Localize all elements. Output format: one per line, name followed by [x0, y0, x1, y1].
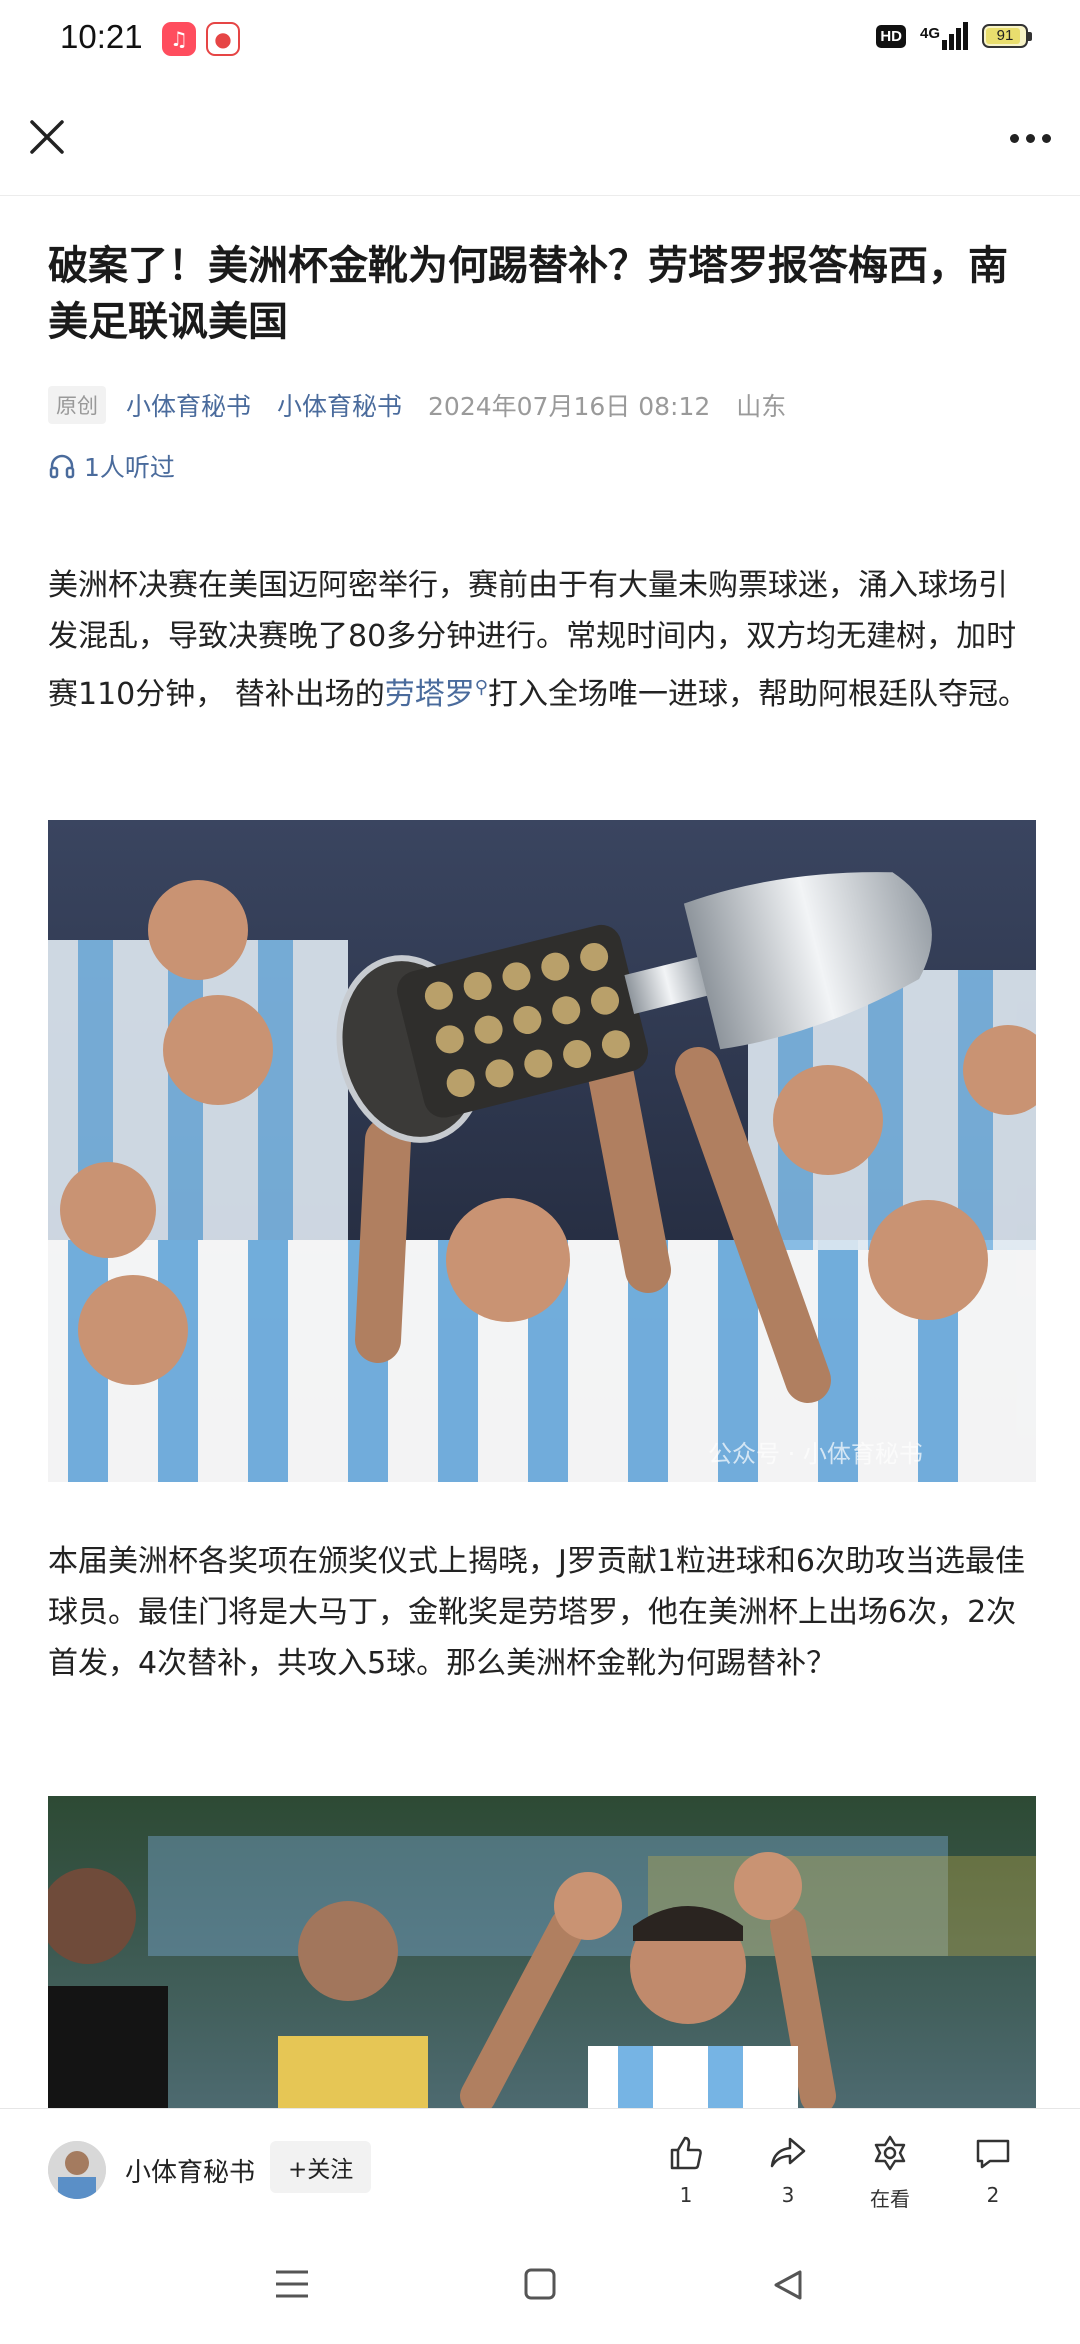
watching-button[interactable]: 在看 [850, 2129, 930, 2212]
publish-time: 2024年07月16日 08:12 [428, 392, 711, 421]
bottom-author-name[interactable]: 小体育秘书 [125, 2152, 255, 2189]
paragraph-2: 本届美洲杯各奖项在颁奖仪式上揭晓，J罗贡献1粒进球和6次助攻当选最佳球员。最佳门… [48, 1544, 1026, 1681]
listen-count-text: 1人听过 [84, 453, 175, 482]
menu-nav-icon[interactable] [276, 2270, 308, 2298]
more-options-button[interactable] [1000, 118, 1060, 158]
game-notification-icon: ● [206, 22, 240, 56]
back-nav-icon[interactable] [774, 2270, 802, 2300]
share-icon [770, 2137, 806, 2168]
network-type: 4G [919, 25, 940, 42]
author-avatar[interactable] [48, 2141, 106, 2199]
headphones-icon [49, 454, 75, 479]
more-dot-icon [1009, 133, 1019, 143]
thumbs-up-icon [670, 2136, 702, 2170]
account-link[interactable]: 小体育秘书 [277, 387, 402, 423]
like-count: 1 [679, 2183, 693, 2207]
search-mini-icon[interactable]: ⚲ [475, 677, 488, 698]
more-dot-icon [1041, 133, 1051, 143]
author-link[interactable]: 小体育秘书 [126, 387, 251, 423]
signal-icon: 4G [920, 22, 968, 50]
more-dot-icon [1025, 133, 1035, 143]
comment-count: 2 [986, 2183, 1000, 2207]
bottom-action-bar: 小体育秘书 +关注 1 3 在看 2 [0, 2108, 1080, 2229]
home-nav-icon[interactable] [524, 2268, 556, 2300]
article-title: 破案了！美洲杯金靴为何踢替补？劳塔罗报答梅西，南美足联讽美国 [48, 243, 1008, 345]
photo-watermark: 公众号 · 小体育秘书 [708, 1440, 923, 1468]
lautaro-celebration-photo[interactable] [48, 1796, 1036, 2108]
share-button[interactable]: 3 [748, 2129, 828, 2207]
system-navigation-bar [0, 2228, 1080, 2340]
close-icon [30, 120, 64, 154]
paragraph-1-text-end: 打入全场唯一进球，帮助阿根廷队夺冠。 [487, 677, 1028, 712]
comment-icon [976, 2139, 1010, 2169]
watching-label: 在看 [870, 2187, 910, 2211]
xiaohongshu-notification-icon: ♫ [162, 22, 196, 56]
status-time: 10:21 [60, 18, 143, 55]
battery-percent: 91 [996, 27, 1014, 44]
comment-button[interactable]: 2 [953, 2129, 1033, 2207]
share-count: 3 [781, 2183, 795, 2207]
original-tag: 原创 [48, 386, 106, 424]
flower-icon [874, 2135, 906, 2171]
lautaro-link[interactable]: 劳塔罗 [385, 677, 475, 712]
follow-button[interactable]: +关注 [270, 2141, 372, 2193]
like-button[interactable]: 1 [646, 2129, 726, 2207]
battery-icon: 91 [982, 24, 1032, 48]
trophy-celebration-photo[interactable]: 公众号 · 小体育秘书 [48, 820, 1036, 1482]
close-button[interactable] [22, 112, 72, 162]
paragraph-1: 美洲杯决赛在美国迈阿密举行，赛前由于有大量未购票球迷，涌入球场引发混乱，导致决赛… [48, 560, 1036, 720]
status-bar: 10:21 ♫ ● HD 4G 91 [0, 0, 1080, 80]
listen-count[interactable]: 1人听过 [48, 448, 175, 484]
article-meta: 原创 小体育秘书 小体育秘书 2024年07月16日 08:12 山东 [48, 385, 812, 425]
status-indicators: HD 4G 91 [876, 22, 1032, 50]
top-nav-bar [0, 100, 1080, 196]
location: 山东 [736, 392, 787, 421]
hd-badge: HD [876, 24, 906, 48]
